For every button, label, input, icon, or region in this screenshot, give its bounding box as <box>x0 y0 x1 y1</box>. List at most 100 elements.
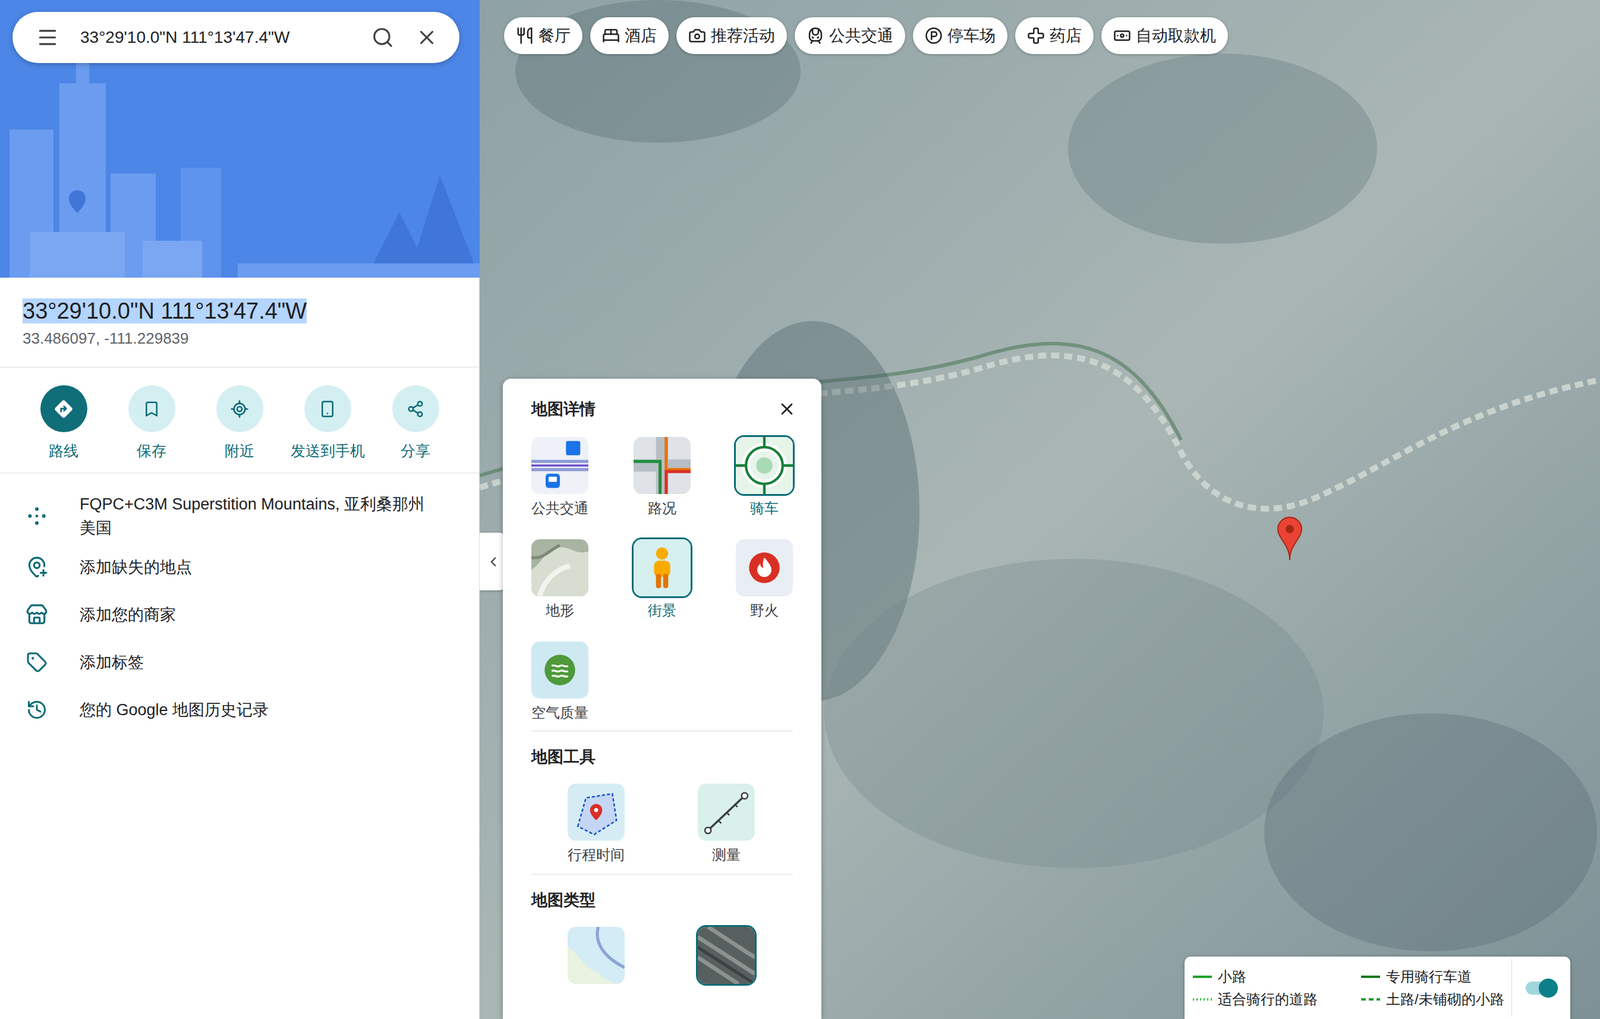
tool-option[interactable]: 测量 <box>690 783 762 865</box>
history-icon <box>26 698 48 721</box>
action-button[interactable]: 发送到手机 <box>283 385 372 461</box>
divider <box>531 873 793 875</box>
action-circle[interactable] <box>40 385 88 433</box>
action-label: 分享 <box>400 440 431 461</box>
legend-item: 适合骑行的道路 <box>1192 989 1344 1009</box>
search-input[interactable]: 33°29'10.0"N 111°13'47.4"W <box>80 24 351 50</box>
details-text: 您的 Google 地图历史记录 <box>79 697 269 722</box>
place-panel: 33°29'10.0"N 111°13'47.4"W 33°29'10.0"N 1… <box>0 0 480 1019</box>
legend-line-icon <box>1361 974 1381 979</box>
bed-icon <box>602 26 620 45</box>
details-text: 添加您的商家 <box>79 602 176 627</box>
action-button[interactable]: 附近 <box>195 385 284 461</box>
plus-code-icon <box>24 504 49 528</box>
default-map-tile-icon <box>567 926 625 984</box>
category-chip[interactable]: 停车场 <box>912 17 1008 55</box>
action-button[interactable]: 分享 <box>371 385 460 461</box>
category-chip[interactable]: 药店 <box>1015 17 1094 55</box>
divider <box>531 730 793 732</box>
action-label: 附近 <box>224 440 255 461</box>
layer-option[interactable]: 路况 <box>626 436 698 518</box>
utensils-icon <box>515 26 534 45</box>
menu-icon[interactable] <box>36 26 59 49</box>
atm-icon <box>1113 26 1132 45</box>
category-chip[interactable]: 自动取款机 <box>1101 17 1228 55</box>
search-icon[interactable] <box>371 26 395 49</box>
layer-option[interactable]: 街景 <box>626 539 698 620</box>
details-item[interactable]: 添加缺失的地点 <box>0 543 480 591</box>
chip-label: 推荐活动 <box>710 23 776 49</box>
category-chip[interactable]: 餐厅 <box>504 17 583 55</box>
tool-label: 行程时间 <box>567 845 625 865</box>
details-item[interactable]: FQPC+C3M Superstition Mountains, 亚利桑那州美国 <box>0 488 480 544</box>
bookmark-icon <box>142 400 161 418</box>
action-row: 路线 保存 附近 发送到手机分享 <box>0 367 480 474</box>
details-item[interactable]: 您的 Google 地图历史记录 <box>0 685 480 734</box>
satellite-tile-icon <box>697 926 755 984</box>
traffic-tile-icon <box>633 436 691 494</box>
map-type-option[interactable] <box>690 926 762 984</box>
details-text: 添加缺失的地点 <box>79 555 192 579</box>
details-grid: 公共交通 路况 骑车地形街景野火空气质量 <box>524 436 800 723</box>
legend-item: 小路 <box>1192 967 1344 987</box>
tool-option[interactable]: 行程时间 <box>560 783 632 865</box>
layer-option[interactable]: 地形 <box>524 539 596 620</box>
bicycling-legend: 小路适合骑行的道路 专用骑行车道土路/未铺砌的小路 <box>1184 956 1571 1019</box>
action-circle[interactable] <box>128 385 176 433</box>
action-circle[interactable] <box>392 385 440 433</box>
category-chip[interactable]: 酒店 <box>590 17 669 55</box>
tag-icon <box>26 651 48 673</box>
layer-label: 公共交通 <box>531 498 589 518</box>
layer-option[interactable]: 骑车 <box>728 436 800 518</box>
clear-icon[interactable] <box>415 26 439 49</box>
details-item[interactable]: 添加您的商家 <box>0 590 480 639</box>
chip-label: 公共交通 <box>829 23 894 49</box>
action-button[interactable]: 保存 <box>107 385 196 461</box>
category-chip[interactable]: 推荐活动 <box>676 17 787 55</box>
measure-tile-icon <box>697 783 755 841</box>
decimal-coordinates: 33.486097, -111.229839 <box>22 327 457 349</box>
action-label: 路线 <box>48 440 79 461</box>
camera-icon <box>688 26 707 45</box>
layer-option[interactable]: 空气质量 <box>524 641 596 723</box>
layer-label: 骑车 <box>750 498 779 518</box>
map-pin-icon[interactable] <box>1276 515 1303 562</box>
tools-title: 地图工具 <box>531 746 793 767</box>
category-chips: 餐厅酒店 推荐活动 公共交通停车场药店自动取款机 <box>504 17 1228 55</box>
category-chip[interactable]: 公共交通 <box>794 17 906 55</box>
layer-option[interactable]: 野火 <box>728 539 800 620</box>
legend-toggle[interactable] <box>1525 981 1557 995</box>
layer-label: 野火 <box>750 600 779 620</box>
legend-label: 适合骑行的道路 <box>1217 989 1318 1009</box>
details-item[interactable]: 添加标签 <box>0 638 480 686</box>
action-circle[interactable] <box>216 385 264 433</box>
legend-line-icon <box>1192 996 1212 1002</box>
google-maps-window: 33°29'10.0"N 111°13'47.4"W 33°29'10.0"N 1… <box>0 0 1600 1019</box>
chevron-left-icon <box>485 553 502 570</box>
legend-item: 专用骑行车道 <box>1361 967 1512 987</box>
share-icon <box>406 400 425 418</box>
travel-time-tile-icon <box>567 783 625 841</box>
air-quality-tile-icon <box>531 641 589 699</box>
legend-item: 土路/未铺砌的小路 <box>1361 989 1512 1009</box>
store-icon <box>25 603 49 626</box>
legend-line-icon <box>1192 974 1212 979</box>
action-circle[interactable] <box>304 385 352 433</box>
layer-label: 路况 <box>647 498 677 518</box>
map-type-option[interactable] <box>560 926 632 984</box>
layer-label: 空气质量 <box>531 703 589 723</box>
close-icon[interactable] <box>777 399 797 419</box>
layer-option[interactable]: 公共交通 <box>524 436 596 518</box>
action-label: 保存 <box>136 440 167 461</box>
search-box[interactable]: 33°29'10.0"N 111°13'47.4"W <box>12 11 460 64</box>
streetview-tile-icon <box>633 539 691 597</box>
details-text: 添加标签 <box>79 650 144 674</box>
place-title[interactable]: 33°29'10.0"N 111°13'47.4"W <box>22 295 457 327</box>
add-place-icon <box>25 555 49 579</box>
directions-icon <box>53 398 74 420</box>
map-canvas[interactable]: 餐厅酒店推荐活动公共交通停车场药店自动取款机地图详情公共交通路况骑车地形街景野火… <box>479 0 1600 1019</box>
legend-label: 土路/未铺砌的小路 <box>1386 989 1505 1009</box>
parking-icon <box>924 26 943 45</box>
pharmacy-icon <box>1027 26 1045 45</box>
action-button[interactable]: 路线 <box>19 385 108 461</box>
